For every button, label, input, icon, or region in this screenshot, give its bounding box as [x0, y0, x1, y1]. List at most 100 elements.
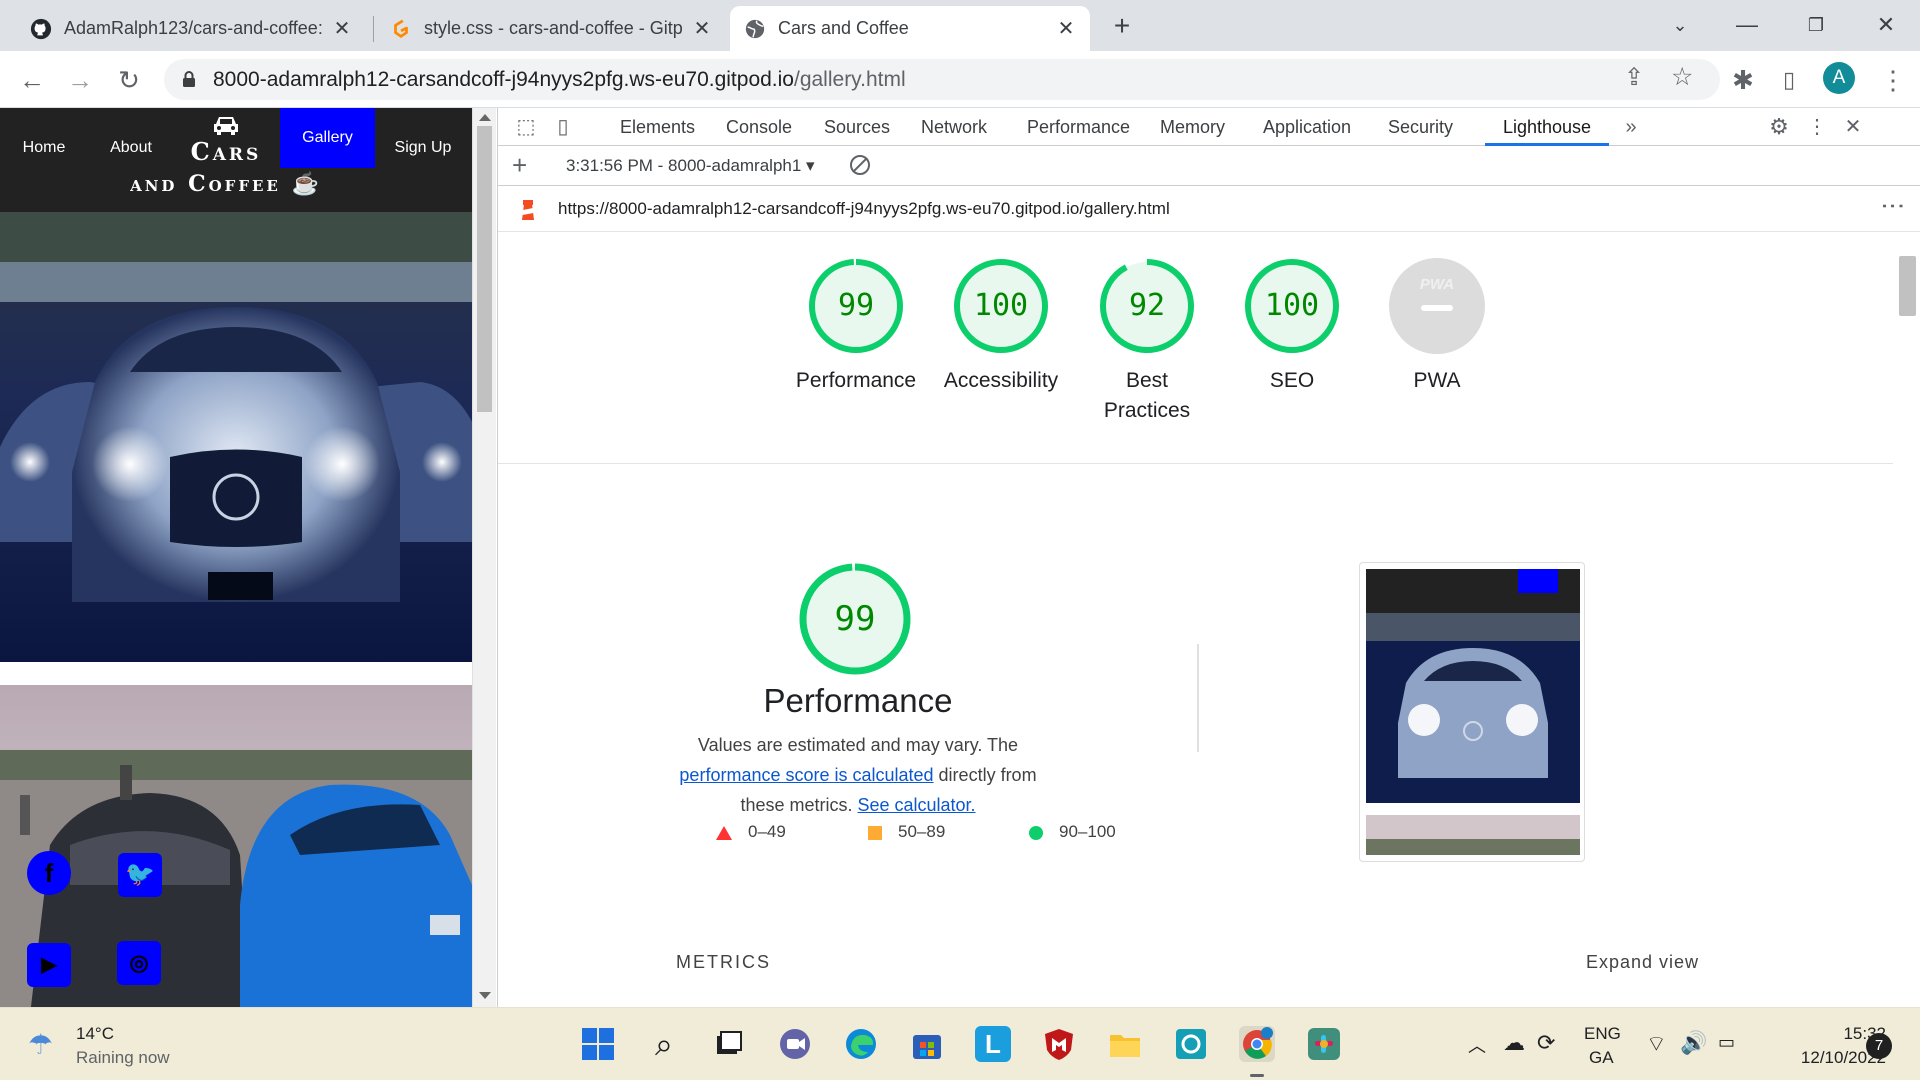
- app-cortana-icon[interactable]: [1173, 1026, 1209, 1062]
- gauge-performance[interactable]: 99 Performance: [781, 258, 931, 396]
- wifi-icon[interactable]: ⌔: [1646, 1030, 1667, 1058]
- close-devtools-icon[interactable]: ✕: [1840, 115, 1866, 139]
- search-icon[interactable]: ⌕: [646, 1026, 682, 1062]
- lighthouse-logo-icon: [522, 200, 534, 220]
- forward-icon[interactable]: →: [63, 63, 97, 97]
- back-icon[interactable]: ←: [15, 63, 49, 97]
- tab-github[interactable]: AdamRalph123/cars-and-coffee: ✕: [16, 6, 366, 51]
- gauge-score: 99: [837, 288, 875, 323]
- nav-gallery-link[interactable]: Gallery: [280, 108, 375, 168]
- gauge-label: Accessibility: [943, 369, 1059, 392]
- edge-browser-icon[interactable]: [843, 1026, 879, 1062]
- close-window-icon[interactable]: ✕: [1866, 8, 1906, 42]
- task-view-icon[interactable]: [711, 1026, 747, 1062]
- website-viewport: Home About Cars and Coffee ☕ Gallery Sig…: [0, 108, 472, 1007]
- address-bar[interactable]: 8000-adamralph12-carsandcoff-j94nyys2pfg…: [164, 59, 1720, 100]
- onedrive-cloud-icon[interactable]: ☁: [1503, 1030, 1525, 1056]
- tab-lighthouse[interactable]: Lighthouse: [1485, 108, 1609, 146]
- bookmark-star-icon[interactable]: ☆: [1671, 62, 1693, 92]
- report-select-value: 3:31:56 PM - 8000-adamralph1: [566, 156, 802, 175]
- app-l-icon[interactable]: L: [975, 1026, 1011, 1062]
- weather-widget[interactable]: ☂ 14°C Raining now: [24, 1022, 204, 1070]
- device-toolbar-icon[interactable]: ▯: [550, 115, 576, 139]
- more-tabs-chevron-icon[interactable]: »: [1618, 115, 1644, 139]
- slack-icon[interactable]: [1306, 1026, 1342, 1062]
- tab-performance[interactable]: Performance: [1027, 108, 1130, 146]
- clear-reports-icon[interactable]: [850, 155, 870, 175]
- final-screenshot-thumbnail[interactable]: [1359, 562, 1585, 862]
- tab-elements[interactable]: Elements: [620, 108, 695, 146]
- extensions-icon[interactable]: ✱: [1726, 63, 1760, 97]
- coffee-cup-icon: ☕: [291, 171, 322, 197]
- tab-network[interactable]: Network: [921, 108, 987, 146]
- sync-icon[interactable]: ⟳: [1537, 1030, 1555, 1056]
- legend-range: 90–100: [1059, 822, 1116, 841]
- inspect-element-icon[interactable]: ⬚: [513, 115, 539, 139]
- performance-score: 99: [834, 599, 876, 639]
- tab-application[interactable]: Application: [1263, 108, 1351, 146]
- minimize-icon[interactable]: —: [1727, 8, 1767, 42]
- square-icon: [868, 825, 882, 840]
- lighthouse-report: 99 Performance 100 Accessibility 92 Best…: [498, 232, 1893, 1007]
- lighthouse-url-bar: https://8000-adamralph12-carsandcoff-j94…: [498, 186, 1920, 232]
- notification-badge[interactable]: 7: [1866, 1033, 1892, 1059]
- youtube-icon[interactable]: ▶: [27, 943, 71, 987]
- report-select[interactable]: 3:31:56 PM - 8000-adamralph1 ▾: [566, 156, 815, 176]
- performance-score-link[interactable]: performance score is calculated: [679, 765, 933, 785]
- tab-memory[interactable]: Memory: [1160, 108, 1225, 146]
- side-panel-icon[interactable]: ▯: [1772, 63, 1806, 97]
- brand-line-2: and Coffee ☕: [126, 168, 326, 200]
- pwa-badge-text: PWA: [1419, 276, 1455, 293]
- mcafee-icon[interactable]: [1041, 1026, 1077, 1062]
- battery-icon[interactable]: ▭: [1718, 1032, 1735, 1053]
- close-tab-icon[interactable]: ✕: [332, 16, 352, 41]
- tab-console[interactable]: Console: [726, 108, 792, 146]
- instagram-icon[interactable]: ◎: [117, 941, 161, 985]
- gauge-accessibility[interactable]: 100 Accessibility: [926, 258, 1076, 396]
- close-tab-icon[interactable]: ✕: [692, 16, 712, 41]
- report-scroll-thumb[interactable]: [1899, 256, 1916, 316]
- restore-icon[interactable]: ❐: [1796, 8, 1836, 42]
- tab-gitpod[interactable]: style.css - cars-and-coffee - Gitpo ✕: [376, 6, 726, 51]
- see-calculator-link[interactable]: See calculator.: [857, 795, 975, 815]
- tab-sources[interactable]: Sources: [824, 108, 890, 146]
- share-icon[interactable]: ⇪: [1624, 63, 1644, 92]
- facebook-icon[interactable]: f: [27, 851, 71, 895]
- settings-gear-icon[interactable]: ⚙: [1766, 115, 1792, 139]
- gauge-seo[interactable]: 100 SEO: [1217, 258, 1367, 396]
- website-scrollbar[interactable]: [472, 108, 496, 1007]
- nav-home-link[interactable]: Home: [14, 128, 74, 168]
- twitter-icon[interactable]: 🐦: [118, 853, 162, 897]
- new-tab-button[interactable]: +: [1106, 11, 1138, 43]
- scroll-down-arrow-icon[interactable]: [479, 992, 491, 999]
- gauge-pwa[interactable]: PWA PWA: [1362, 258, 1512, 396]
- devtools-menu-icon[interactable]: ⋮: [1804, 115, 1830, 139]
- profile-avatar[interactable]: A: [1823, 62, 1855, 94]
- start-menu-icon[interactable]: [580, 1026, 616, 1062]
- reload-icon[interactable]: ↻: [112, 63, 146, 97]
- chrome-icon[interactable]: [1239, 1026, 1275, 1062]
- file-explorer-icon[interactable]: [1107, 1026, 1143, 1062]
- gauge-ring: PWA: [1389, 258, 1485, 354]
- tab-security[interactable]: Security: [1388, 108, 1453, 146]
- close-tab-icon[interactable]: ✕: [1056, 16, 1076, 41]
- gauge-best-practices[interactable]: 92 Best Practices: [1072, 258, 1222, 426]
- gallery-photo-mercedes[interactable]: [0, 212, 472, 662]
- tab-search-chevron-icon[interactable]: ⌄: [1660, 8, 1700, 42]
- browser-menu-icon[interactable]: ⋮: [1876, 63, 1910, 97]
- expand-view-toggle[interactable]: Expand view: [1586, 952, 1699, 973]
- teams-chat-icon[interactable]: [777, 1026, 813, 1062]
- report-scrollbar[interactable]: [1893, 232, 1920, 1007]
- tray-overflow-chevron-icon[interactable]: ︿: [1468, 1032, 1486, 1058]
- tab-cars-and-coffee[interactable]: Cars and Coffee ✕: [730, 6, 1090, 51]
- report-menu-icon[interactable]: ⋮: [1878, 194, 1906, 214]
- new-report-icon[interactable]: +: [512, 150, 527, 181]
- scroll-up-arrow-icon[interactable]: [479, 114, 491, 121]
- tab-title: AdamRalph123/cars-and-coffee:: [64, 18, 322, 38]
- nav-signup-link[interactable]: Sign Up: [392, 128, 454, 168]
- language-indicator[interactable]: ENG GA: [1584, 1024, 1621, 1068]
- gauge-label: PWA: [1413, 369, 1461, 392]
- volume-icon[interactable]: 🔊: [1680, 1030, 1707, 1056]
- microsoft-store-icon[interactable]: [909, 1026, 945, 1062]
- scroll-thumb[interactable]: [477, 126, 492, 412]
